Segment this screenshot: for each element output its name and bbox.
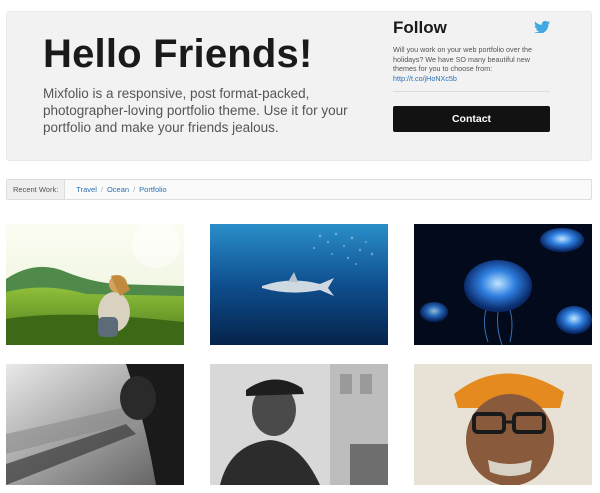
divider xyxy=(393,91,550,92)
gallery-thumb-shark[interactable] xyxy=(210,224,388,345)
follow-widget: Follow Will you work on your web portfol… xyxy=(393,18,550,92)
tweet-text: Will you work on your web portfolio over… xyxy=(393,45,550,83)
category-link-portfolio[interactable]: Portfolio xyxy=(139,185,167,194)
photo-elderly-man xyxy=(414,364,592,485)
photo-shark xyxy=(210,224,388,345)
twitter-bird-icon[interactable] xyxy=(534,21,550,33)
page-title: Hello Friends! xyxy=(43,32,313,76)
separator: / xyxy=(100,185,103,194)
photo-jellyfish xyxy=(414,224,592,345)
gallery-thumb-train-window[interactable] xyxy=(6,364,184,485)
category-link-ocean[interactable]: Ocean xyxy=(107,185,129,194)
gallery-thumb-elderly-man[interactable] xyxy=(414,364,592,485)
follow-header: Follow xyxy=(393,18,550,40)
hero-description: Mixfolio is a responsive, post format-pa… xyxy=(43,86,348,135)
follow-title: Follow xyxy=(393,18,447,37)
gallery-thumb-man-flat-cap[interactable] xyxy=(210,364,388,485)
contact-button[interactable]: Contact xyxy=(393,106,550,132)
tweet-body: Will you work on your web portfolio over… xyxy=(393,45,533,73)
category-link-travel[interactable]: Travel xyxy=(76,185,97,194)
photo-woman-hillside xyxy=(6,224,184,345)
recent-work-bar: Recent Work: Travel / Ocean / Portfolio xyxy=(6,179,592,200)
photo-train-window xyxy=(6,364,184,485)
photo-man-flat-cap xyxy=(210,364,388,485)
tweet-link[interactable]: http://t.co/jHoNXc5b xyxy=(393,74,550,84)
gallery-thumb-woman-hillside[interactable] xyxy=(6,224,184,345)
gallery-thumb-jellyfish[interactable] xyxy=(414,224,592,345)
category-filter: Travel / Ocean / Portfolio xyxy=(65,185,166,194)
separator: / xyxy=(133,185,136,194)
recent-work-label: Recent Work: xyxy=(7,180,66,199)
